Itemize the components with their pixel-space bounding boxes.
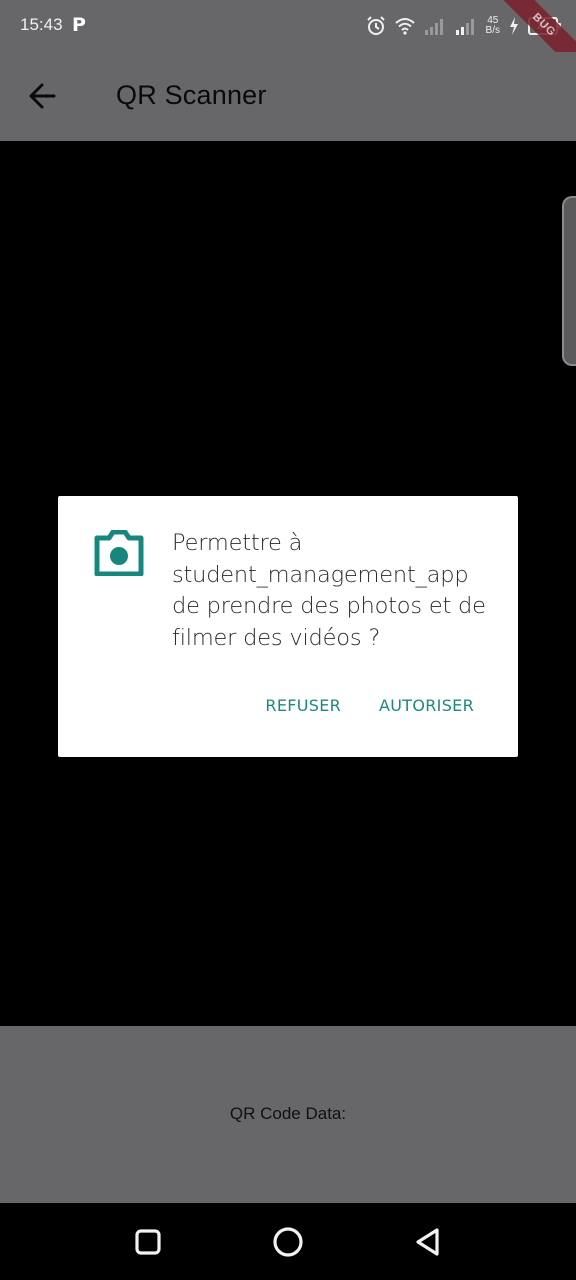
permission-dialog: Permettre à student_management_app de pr…: [58, 496, 518, 757]
dialog-actions: REFUSER AUTORISER: [265, 696, 474, 715]
status-bar: 15:43 P 45 B/s BUG: [0, 0, 576, 83]
navigation-bar: [0, 1203, 576, 1280]
camera-icon: [94, 530, 144, 576]
recents-icon: [135, 1229, 161, 1255]
arrow-back-icon: [29, 83, 56, 109]
home-icon: [273, 1227, 303, 1257]
recents-button[interactable]: [128, 1222, 168, 1262]
allow-button[interactable]: AUTORISER: [379, 696, 474, 715]
alarm-icon: [366, 16, 385, 35]
back-icon: [416, 1228, 439, 1256]
status-time: 15:43: [20, 15, 63, 34]
network-speed-unit: B/s: [485, 25, 500, 36]
charging-icon: [510, 17, 518, 35]
wifi-icon: [394, 18, 415, 35]
signal-icon-2: [455, 19, 474, 35]
qr-data-label: QR Code Data:: [229, 1104, 347, 1123]
signal-icon-1: [424, 19, 443, 35]
app-bar: QR Scanner: [0, 52, 576, 141]
network-speed: 45 B/s: [486, 16, 500, 36]
qr-result-panel: QR Code Data:: [0, 1026, 576, 1203]
back-button[interactable]: [24, 76, 68, 116]
page-title: QR Scanner: [116, 80, 267, 110]
permission-message: Permettre à student_management_app de pr…: [172, 530, 486, 651]
home-button[interactable]: [268, 1222, 308, 1262]
side-panel-handle[interactable]: [562, 196, 576, 366]
system-back-button[interactable]: [408, 1222, 448, 1262]
notification-p-icon: P: [72, 14, 86, 36]
deny-button[interactable]: REFUSER: [265, 696, 341, 715]
